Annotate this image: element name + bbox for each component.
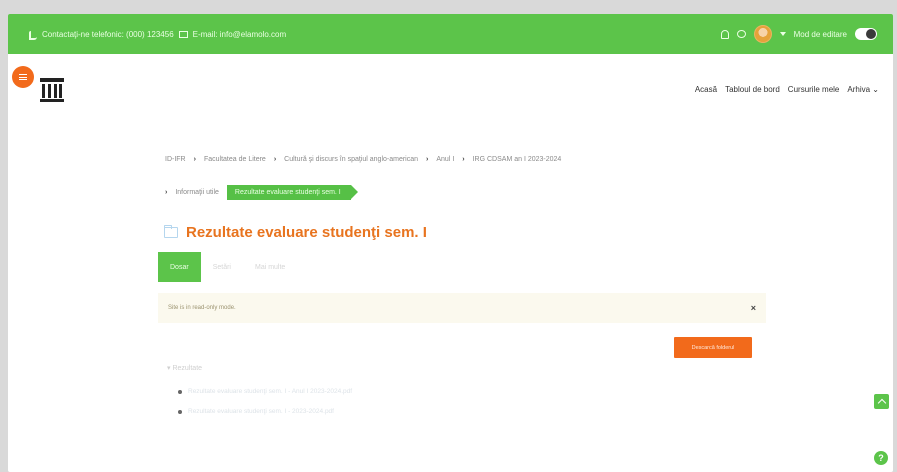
avatar[interactable] bbox=[753, 25, 772, 43]
back-to-top-button[interactable] bbox=[874, 394, 889, 409]
chat-icon[interactable] bbox=[736, 30, 746, 38]
chevron-down-icon[interactable] bbox=[779, 32, 786, 36]
site-logo[interactable] bbox=[40, 78, 64, 102]
bell-icon[interactable] bbox=[720, 29, 729, 39]
breadcrumb-item[interactable]: Informaţii utile bbox=[175, 189, 219, 196]
breadcrumb-item[interactable]: Anul I bbox=[436, 156, 454, 163]
page-title: Rezultate evaluare studenţi sem. I bbox=[186, 224, 427, 241]
screen: Contactaţi-ne telefonic: (000) 123456 E-… bbox=[8, 14, 893, 472]
drawer-toggle-button[interactable] bbox=[12, 66, 34, 88]
phone-label: Contactaţi-ne telefonic: (000) 123456 bbox=[42, 29, 174, 39]
edit-mode-label: Mod de editare bbox=[793, 29, 847, 39]
close-icon[interactable]: × bbox=[751, 303, 756, 313]
edit-mode-toggle[interactable] bbox=[855, 28, 877, 40]
tab-bar: Dosar Setări Mai multe bbox=[158, 252, 297, 282]
nav-item-my-courses[interactable]: Cursurile mele bbox=[788, 85, 840, 94]
page-header: Rezultate evaluare studenţi sem. I bbox=[164, 224, 427, 241]
file-item[interactable]: Rezultate evaluare studenţi sem. I - Anu… bbox=[178, 388, 352, 395]
breadcrumb-item[interactable]: Cultură şi discurs în spaţiul anglo-amer… bbox=[284, 156, 418, 163]
folder-tree-root[interactable]: ▾ Rezultate bbox=[167, 364, 202, 372]
email-label: E-mail: info@elamolo.com bbox=[192, 29, 287, 39]
folder-icon bbox=[164, 225, 178, 238]
file-link[interactable]: Rezultate evaluare studenţi sem. I - Anu… bbox=[188, 388, 352, 395]
breadcrumb-item[interactable]: Facultatea de Litere bbox=[204, 156, 266, 163]
breadcrumb-item[interactable]: ID-IFR bbox=[165, 156, 186, 163]
nav-item-archive[interactable]: Arhiva ⌄ bbox=[847, 85, 879, 94]
breadcrumb-item[interactable]: IRG CDSAM an I 2023-2024 bbox=[473, 156, 562, 163]
phone-icon bbox=[28, 30, 37, 40]
file-link[interactable]: Rezultate evaluare studenţi sem. I - 202… bbox=[188, 408, 334, 415]
file-item[interactable]: Rezultate evaluare studenţi sem. I - 202… bbox=[178, 408, 334, 415]
main-nav: Acasă Tabloul de bord Cursurile mele Arh… bbox=[695, 85, 879, 94]
hamburger-icon bbox=[19, 74, 27, 80]
tab-folder[interactable]: Dosar bbox=[158, 252, 201, 282]
top-bar: Contactaţi-ne telefonic: (000) 123456 E-… bbox=[8, 14, 893, 54]
contact-info: Contactaţi-ne telefonic: (000) 123456 E-… bbox=[28, 29, 287, 40]
download-folder-button[interactable]: Descarcă folderul bbox=[674, 337, 752, 358]
read-only-alert: Site is in read-only mode. × bbox=[158, 293, 766, 323]
breadcrumb-row-2: › Informaţii utile Rezultate evaluare st… bbox=[165, 185, 358, 200]
tab-more[interactable]: Mai multe bbox=[243, 252, 297, 282]
mail-icon bbox=[178, 30, 188, 38]
breadcrumb: ID-IFR › Facultatea de Litere › Cultură … bbox=[165, 156, 562, 163]
file-bullet bbox=[178, 389, 182, 394]
tab-settings[interactable]: Setări bbox=[201, 252, 243, 282]
user-controls: Mod de editare bbox=[720, 25, 877, 43]
alert-text: Site is in read-only mode. bbox=[168, 305, 236, 311]
nav-item-home[interactable]: Acasă bbox=[695, 85, 717, 94]
breadcrumb-active: Rezultate evaluare studenţi sem. I bbox=[226, 185, 358, 200]
file-bullet bbox=[178, 409, 182, 414]
help-button[interactable]: ? bbox=[874, 451, 888, 465]
nav-item-dashboard[interactable]: Tabloul de bord bbox=[725, 85, 780, 94]
